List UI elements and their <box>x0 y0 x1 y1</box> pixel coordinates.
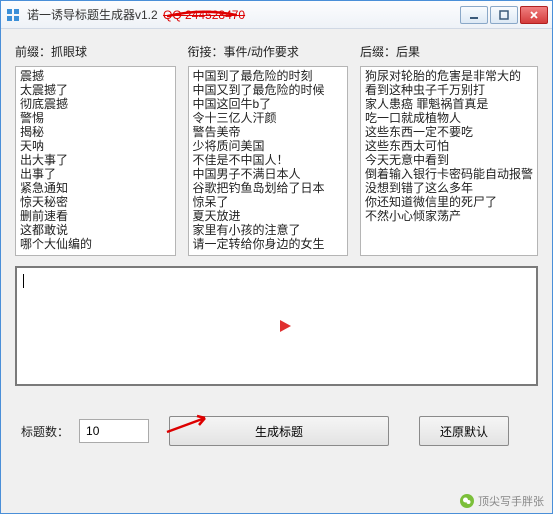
list-item[interactable]: 不佳是不中国人！ <box>193 153 344 167</box>
app-window: 诺一诱导标题生成器v1.2 QQ 244528470 前缀：抓眼球 震撼太震撼了… <box>0 0 553 514</box>
client-area: 前缀：抓眼球 震撼太震撼了彻底震撼警惕揭秘天呐出大事了出事了紧急通知惊天秘密删前… <box>1 29 552 460</box>
list-item[interactable]: 不然小心倾家荡产 <box>365 209 533 223</box>
list-item[interactable]: 太震撼了 <box>20 83 171 97</box>
window-controls <box>460 6 548 24</box>
titlebar: 诺一诱导标题生成器v1.2 QQ 244528470 <box>1 1 552 29</box>
count-label: 标题数： <box>21 423 69 440</box>
list-item[interactable]: 今天无意中看到 <box>365 153 533 167</box>
middle-listbox[interactable]: 中国到了最危险的时刻中国又到了最危险的时候中国这回牛b了令十三亿人汗颜警告美帝少… <box>188 66 349 256</box>
list-item[interactable]: 这些东西太可怕 <box>365 139 533 153</box>
list-item[interactable]: 惊天秘密 <box>20 195 171 209</box>
list-item[interactable]: 看到这种虫子千万别打 <box>365 83 533 97</box>
output-textarea[interactable] <box>15 266 538 386</box>
list-item[interactable]: 你还知道微信里的死尸了 <box>365 195 533 209</box>
minimize-button[interactable] <box>460 6 488 24</box>
bottom-controls: 标题数： 生成标题 还原默认 <box>15 416 538 446</box>
list-item[interactable]: 中国到了最危险的时刻 <box>193 69 344 83</box>
wechat-icon <box>460 494 474 508</box>
list-item[interactable]: 狗尿对轮胎的危害是非常大的 <box>365 69 533 83</box>
list-item[interactable]: 少将质问美国 <box>193 139 344 153</box>
list-item[interactable]: 出事了 <box>20 167 171 181</box>
list-item[interactable]: 哪个大仙编的 <box>20 237 171 251</box>
reset-button[interactable]: 还原默认 <box>419 416 509 446</box>
close-button[interactable] <box>520 6 548 24</box>
list-item[interactable]: 谷歌把钓鱼岛划给了日本 <box>193 181 344 195</box>
maximize-button[interactable] <box>490 6 518 24</box>
count-input[interactable] <box>79 419 149 443</box>
list-item[interactable]: 中国男子不满日本人 <box>193 167 344 181</box>
list-item[interactable]: 警告美帝 <box>193 125 344 139</box>
list-item[interactable]: 家人患癌 罪魁祸首真是 <box>365 97 533 111</box>
columns-row: 前缀：抓眼球 震撼太震撼了彻底震撼警惕揭秘天呐出大事了出事了紧急通知惊天秘密删前… <box>15 43 538 256</box>
list-item[interactable]: 震撼 <box>20 69 171 83</box>
app-icon <box>5 7 21 23</box>
list-item[interactable]: 令十三亿人汗颜 <box>193 111 344 125</box>
list-item[interactable]: 中国这回牛b了 <box>193 97 344 111</box>
list-item[interactable]: 惊呆了 <box>193 195 344 209</box>
middle-label: 衔接：事件/动作要求 <box>188 43 349 60</box>
suffix-label: 后缀：后果 <box>360 43 538 60</box>
list-item[interactable]: 揭秘 <box>20 125 171 139</box>
generate-button[interactable]: 生成标题 <box>169 416 389 446</box>
list-item[interactable]: 删前速看 <box>20 209 171 223</box>
watermark: 顶尖写手胖张 <box>460 493 544 509</box>
suffix-column: 后缀：后果 狗尿对轮胎的危害是非常大的看到这种虫子千万别打家人患癌 罪魁祸首真是… <box>360 43 538 256</box>
qq-text: QQ 244528470 <box>163 8 245 22</box>
list-item[interactable]: 这些东西一定不要吃 <box>365 125 533 139</box>
list-item[interactable]: 紧急通知 <box>20 181 171 195</box>
list-item[interactable]: 夏天放进 <box>193 209 344 223</box>
list-item[interactable]: 家里有小孩的注意了 <box>193 223 344 237</box>
middle-column: 衔接：事件/动作要求 中国到了最危险的时刻中国又到了最危险的时候中国这回牛b了令… <box>188 43 349 256</box>
title-text: 诺一诱导标题生成器v1.2 <box>27 8 158 22</box>
list-item[interactable]: 彻底震撼 <box>20 97 171 111</box>
text-cursor <box>23 274 24 288</box>
list-item[interactable]: 没想到错了这么多年 <box>365 181 533 195</box>
list-item[interactable]: 这都敢说 <box>20 223 171 237</box>
list-item[interactable]: 吃一口就成植物人 <box>365 111 533 125</box>
list-item[interactable]: 警惕 <box>20 111 171 125</box>
play-icon <box>277 318 293 334</box>
list-item[interactable]: 请一定转给你身边的女生 <box>193 237 344 251</box>
list-item[interactable]: 出大事了 <box>20 153 171 167</box>
window-title: 诺一诱导标题生成器v1.2 QQ 244528470 <box>27 6 460 23</box>
list-item[interactable]: 倒着输入银行卡密码能自动报警 <box>365 167 533 181</box>
suffix-listbox[interactable]: 狗尿对轮胎的危害是非常大的看到这种虫子千万别打家人患癌 罪魁祸首真是吃一口就成植… <box>360 66 538 256</box>
watermark-text: 顶尖写手胖张 <box>478 493 544 509</box>
list-item[interactable]: 天呐 <box>20 139 171 153</box>
prefix-listbox[interactable]: 震撼太震撼了彻底震撼警惕揭秘天呐出大事了出事了紧急通知惊天秘密删前速看这都敢说哪… <box>15 66 176 256</box>
list-item[interactable]: 中国又到了最危险的时候 <box>193 83 344 97</box>
prefix-label: 前缀：抓眼球 <box>15 43 176 60</box>
prefix-column: 前缀：抓眼球 震撼太震撼了彻底震撼警惕揭秘天呐出大事了出事了紧急通知惊天秘密删前… <box>15 43 176 256</box>
